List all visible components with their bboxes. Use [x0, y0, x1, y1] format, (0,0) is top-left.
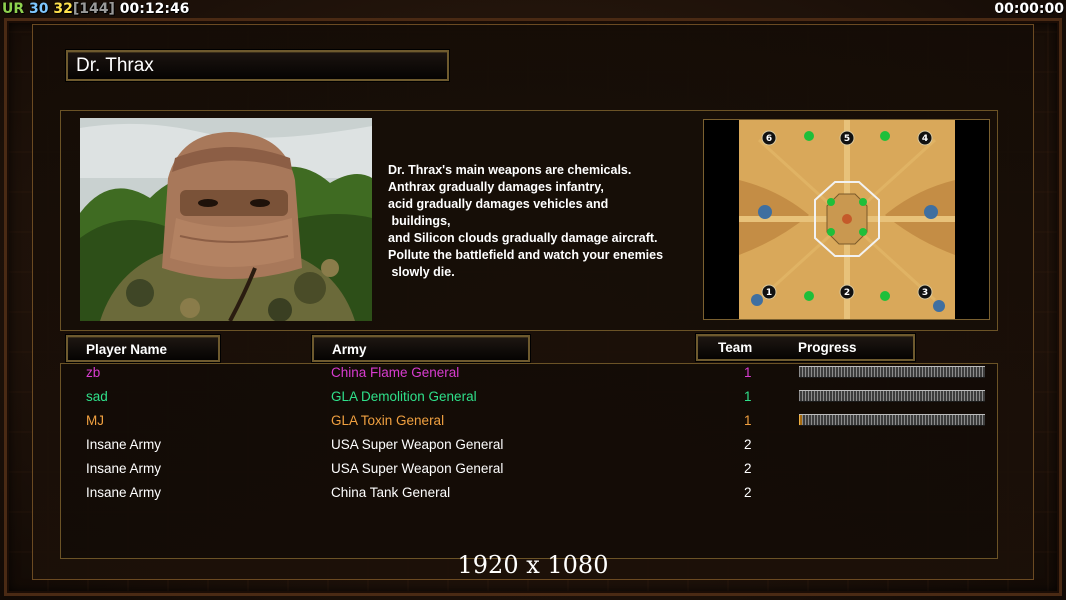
load-progress-bar: [799, 366, 985, 378]
player-team: 2: [744, 461, 752, 476]
player-army: GLA Toxin General: [331, 413, 445, 428]
load-progress-fill: [799, 415, 802, 425]
start-slot-6: 6: [761, 130, 777, 146]
player-team: 2: [744, 437, 752, 452]
hud-right-timer: 00:00:00: [994, 1, 1064, 17]
header-progress-label: Progress: [798, 340, 857, 355]
table-row: Insane Army USA Super Weapon General 2: [0, 434, 1066, 458]
hud-stats: UR 30 32[144] 00:12:46: [2, 0, 189, 18]
player-name: Insane Army: [86, 461, 162, 476]
header-player-name: Player Name: [66, 335, 220, 362]
table-row: zb China Flame General 1: [0, 362, 1066, 386]
player-team: 1: [744, 365, 752, 380]
start-slot-4: 4: [917, 130, 933, 146]
player-name: sad: [86, 389, 108, 404]
table-row: Insane Army USA Super Weapon General 2: [0, 458, 1066, 482]
start-slot-1-label: 1: [766, 288, 772, 298]
player-name: MJ: [86, 413, 104, 428]
hud-elapsed-time: 00:12:46: [119, 1, 190, 17]
start-slot-2: 2: [839, 284, 855, 300]
resolution-label: 1920 x 1080: [457, 551, 609, 579]
start-slot-1: 1: [761, 284, 777, 300]
player-team: 1: [744, 389, 752, 404]
hud-prefix: UR: [2, 1, 25, 17]
player-army: USA Super Weapon General: [331, 461, 504, 476]
map-preview: 6 5 4 1 2 3: [739, 120, 955, 319]
load-progress-bar: [799, 414, 985, 426]
start-slot-5: 5: [839, 130, 855, 146]
start-slot-3: 3: [917, 284, 933, 300]
player-name: Insane Army: [86, 485, 162, 500]
start-slot-4-label: 4: [922, 134, 928, 144]
start-slot-6-label: 6: [766, 134, 772, 144]
general-portrait-image: [80, 118, 372, 321]
player-army: China Tank General: [331, 485, 451, 500]
start-slot-2-label: 2: [844, 288, 850, 298]
hud-bracket: [144]: [72, 1, 115, 17]
player-name: zb: [86, 365, 101, 380]
table-row: Insane Army China Tank General 2: [0, 482, 1066, 506]
table-row: sad GLA Demolition General 1: [0, 386, 1066, 410]
header-army: Army: [312, 335, 530, 362]
table-row: MJ GLA Toxin General 1: [0, 410, 1066, 434]
player-team: 1: [744, 413, 752, 428]
header-player-name-label: Player Name: [86, 342, 168, 357]
hud-value-1: 30: [29, 1, 49, 17]
player-army: USA Super Weapon General: [331, 437, 504, 452]
general-name-box: Dr. Thrax: [66, 50, 449, 81]
hud-value-2: 32: [53, 1, 73, 17]
player-army: GLA Demolition General: [331, 389, 477, 404]
load-progress-bar: [799, 390, 985, 402]
start-slot-5-label: 5: [844, 134, 850, 144]
start-slot-3-label: 3: [922, 288, 928, 298]
general-name: Dr. Thrax: [76, 55, 154, 76]
player-army: China Flame General: [331, 365, 460, 380]
general-description: Dr. Thrax's main weapons are chemicals. …: [388, 163, 664, 279]
player-team: 2: [744, 485, 752, 500]
player-name: Insane Army: [86, 437, 162, 452]
header-team-progress: Team Progress: [696, 334, 915, 361]
header-team-label: Team: [718, 340, 753, 355]
header-army-label: Army: [332, 342, 367, 357]
